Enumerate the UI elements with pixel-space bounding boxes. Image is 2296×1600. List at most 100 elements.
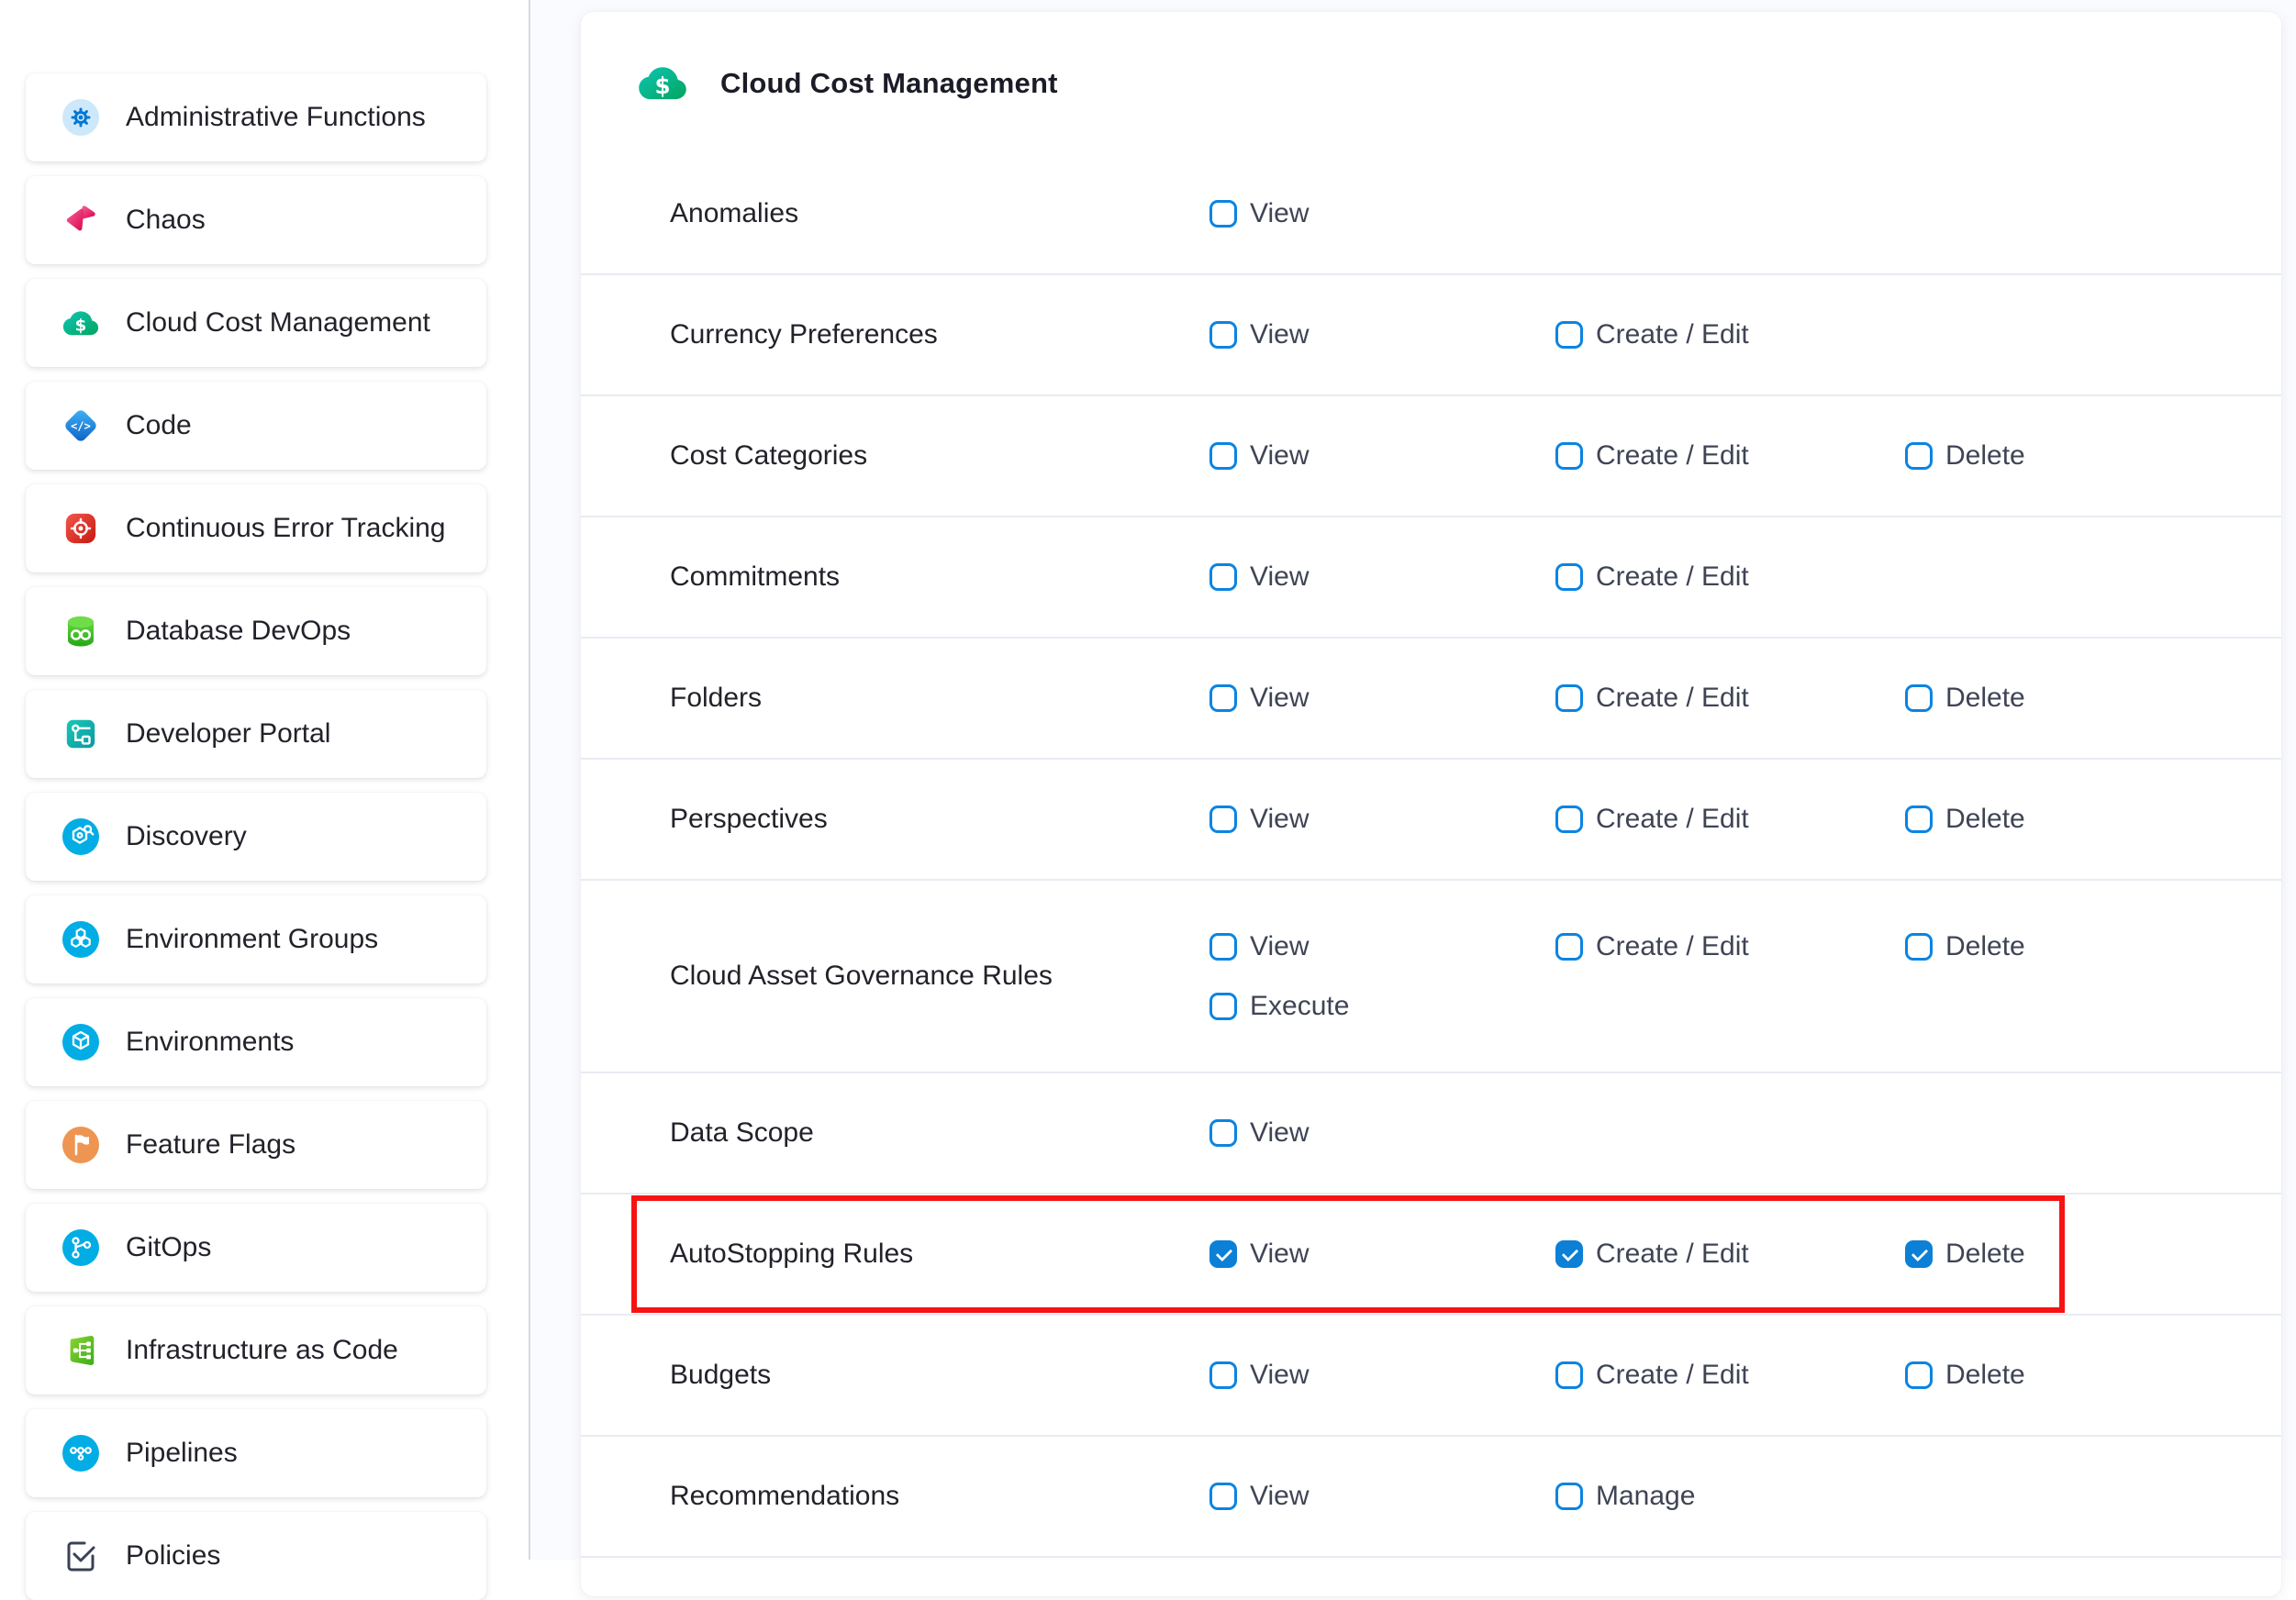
checkbox-checked[interactable] xyxy=(1555,1240,1583,1268)
sidebar-item-environments[interactable]: Environments xyxy=(26,998,486,1086)
perm-cloud-asset-governance-rules-create-edit[interactable]: Create / Edit xyxy=(1555,917,1749,976)
checkbox-unchecked[interactable] xyxy=(1905,1361,1933,1389)
perm-autostopping-rules-view[interactable]: View xyxy=(1209,1239,1309,1270)
perm-currency-preferences-create-edit[interactable]: Create / Edit xyxy=(1555,319,1749,350)
perm-label: Create / Edit xyxy=(1596,1360,1749,1391)
sidebar-item-pipelines[interactable]: Pipelines xyxy=(26,1409,486,1497)
checkbox-unchecked[interactable] xyxy=(1209,1119,1237,1147)
checkbox-unchecked[interactable] xyxy=(1905,442,1933,470)
perm-commitments-create-edit[interactable]: Create / Edit xyxy=(1555,561,1749,593)
admin-functions-icon xyxy=(62,99,99,136)
checkbox-unchecked[interactable] xyxy=(1209,993,1237,1020)
checkbox-unchecked[interactable] xyxy=(1905,806,1933,833)
sidebar-item-gitops[interactable]: GitOps xyxy=(26,1204,486,1292)
perm-perspectives-view[interactable]: View xyxy=(1209,804,1309,835)
checkbox-unchecked[interactable] xyxy=(1209,806,1237,833)
sidebar-item-label: Continuous Error Tracking xyxy=(126,513,446,544)
perm-budgets-create-edit[interactable]: Create / Edit xyxy=(1555,1360,1749,1391)
checkbox-unchecked[interactable] xyxy=(1555,321,1583,349)
checkbox-unchecked[interactable] xyxy=(1209,684,1237,712)
sidebar-item-administrative-functions[interactable]: Administrative Functions xyxy=(26,73,486,161)
checkbox-unchecked[interactable] xyxy=(1209,1361,1237,1389)
perm-label: View xyxy=(1250,561,1309,593)
sidebar-item-policies[interactable]: Policies xyxy=(26,1512,486,1600)
checkbox-unchecked[interactable] xyxy=(1905,933,1933,961)
resource-label: Anomalies xyxy=(670,198,798,229)
sidebar-item-infrastructure-as-code[interactable]: Infrastructure as Code xyxy=(26,1306,486,1394)
cloud-cost-icon: $ xyxy=(62,305,99,341)
sidebar-item-cloud-cost-management[interactable]: $ Cloud Cost Management xyxy=(26,279,486,367)
sidebar-item-code[interactable]: </>Code xyxy=(26,382,486,470)
resource-label: Commitments xyxy=(670,561,840,593)
perm-label: Create / Edit xyxy=(1596,319,1749,350)
discovery-icon xyxy=(62,818,99,855)
perm-label: Create / Edit xyxy=(1596,1239,1749,1270)
perm-label: View xyxy=(1250,1481,1309,1512)
checkbox-unchecked[interactable] xyxy=(1209,321,1237,349)
perm-label: Manage xyxy=(1596,1481,1695,1512)
checkbox-unchecked[interactable] xyxy=(1555,1361,1583,1389)
resource-label: Recommendations xyxy=(670,1481,899,1512)
permission-row-anomalies: Anomalies View xyxy=(581,154,2281,275)
perm-cloud-asset-governance-rules-delete[interactable]: Delete xyxy=(1905,917,2025,976)
checkbox-unchecked[interactable] xyxy=(1209,933,1237,961)
perm-data-scope-view[interactable]: View xyxy=(1209,1117,1309,1149)
panel-title: Cloud Cost Management xyxy=(720,67,1058,100)
perm-label: View xyxy=(1250,1117,1309,1149)
checkbox-unchecked[interactable] xyxy=(1555,933,1583,961)
perm-autostopping-rules-delete[interactable]: Delete xyxy=(1905,1239,2025,1270)
sidebar-item-label: Policies xyxy=(126,1540,220,1572)
checkbox-unchecked[interactable] xyxy=(1555,684,1583,712)
perm-cloud-asset-governance-rules-view[interactable]: View xyxy=(1209,917,1309,976)
perm-folders-view[interactable]: View xyxy=(1209,683,1309,714)
perm-folders-delete[interactable]: Delete xyxy=(1905,683,2025,714)
sidebar-item-environment-groups[interactable]: Environment Groups xyxy=(26,895,486,983)
sidebar-item-label: Feature Flags xyxy=(126,1129,295,1161)
infrastructure-as-code-icon xyxy=(62,1332,99,1369)
sidebar-module-list: Administrative Functions Chaos $ Cloud Cost… xyxy=(0,73,529,1600)
perm-autostopping-rules-create-edit[interactable]: Create / Edit xyxy=(1555,1239,1749,1270)
checkbox-unchecked[interactable] xyxy=(1555,442,1583,470)
perm-cloud-asset-governance-rules-execute[interactable]: Execute xyxy=(1209,976,1349,1036)
perm-cost-categories-view[interactable]: View xyxy=(1209,440,1309,472)
perm-perspectives-delete[interactable]: Delete xyxy=(1905,804,2025,835)
sidebar-item-label: Cloud Cost Management xyxy=(126,307,430,339)
perm-label: Delete xyxy=(1945,683,2025,714)
checkbox-unchecked[interactable] xyxy=(1209,442,1237,470)
checkbox-unchecked[interactable] xyxy=(1555,806,1583,833)
gitops-icon xyxy=(62,1229,99,1266)
perm-label: View xyxy=(1250,1239,1309,1270)
checkbox-checked[interactable] xyxy=(1209,1240,1237,1268)
permission-row-cloud-asset-governance-rules: Cloud Asset Governance Rules View Create /… xyxy=(581,881,2281,1073)
perm-commitments-view[interactable]: View xyxy=(1209,561,1309,593)
perm-budgets-view[interactable]: View xyxy=(1209,1360,1309,1391)
perm-perspectives-create-edit[interactable]: Create / Edit xyxy=(1555,804,1749,835)
perm-folders-create-edit[interactable]: Create / Edit xyxy=(1555,683,1749,714)
sidebar-item-feature-flags[interactable]: Feature Flags xyxy=(26,1101,486,1189)
sidebar-item-continuous-error-tracking[interactable]: Continuous Error Tracking xyxy=(26,484,486,572)
perm-cost-categories-create-edit[interactable]: Create / Edit xyxy=(1555,440,1749,472)
sidebar-item-database-devops[interactable]: Database DevOps xyxy=(26,587,486,675)
perm-recommendations-manage[interactable]: Manage xyxy=(1555,1481,1695,1512)
sidebar-item-discovery[interactable]: Discovery xyxy=(26,793,486,881)
perm-recommendations-view[interactable]: View xyxy=(1209,1481,1309,1512)
checkbox-unchecked[interactable] xyxy=(1209,200,1237,228)
permission-row-currency-preferences: Currency PreferencesViewCreate / Edit xyxy=(581,275,2281,396)
perm-cost-categories-delete[interactable]: Delete xyxy=(1905,440,2025,472)
resource-label: Cloud Asset Governance Rules xyxy=(670,961,1053,992)
checkbox-unchecked[interactable] xyxy=(1905,684,1933,712)
perm-label: View xyxy=(1250,440,1309,472)
sidebar-item-developer-portal[interactable]: Developer Portal xyxy=(26,690,486,778)
policies-icon xyxy=(62,1538,99,1574)
checkbox-checked[interactable] xyxy=(1905,1240,1933,1268)
perm-currency-preferences-view[interactable]: View xyxy=(1209,319,1309,350)
permission-row-folders: FoldersViewCreate / EditDelete xyxy=(581,639,2281,760)
checkbox-unchecked[interactable] xyxy=(1209,1483,1237,1510)
checkbox-unchecked[interactable] xyxy=(1555,1483,1583,1510)
perm-budgets-delete[interactable]: Delete xyxy=(1905,1360,2025,1391)
checkbox-unchecked[interactable] xyxy=(1555,563,1583,591)
permission-row-data-scope: Data ScopeView xyxy=(581,1073,2281,1194)
perm-anomalies-view[interactable]: View xyxy=(1209,198,1309,229)
checkbox-unchecked[interactable] xyxy=(1209,563,1237,591)
sidebar-item-chaos[interactable]: Chaos xyxy=(26,176,486,264)
